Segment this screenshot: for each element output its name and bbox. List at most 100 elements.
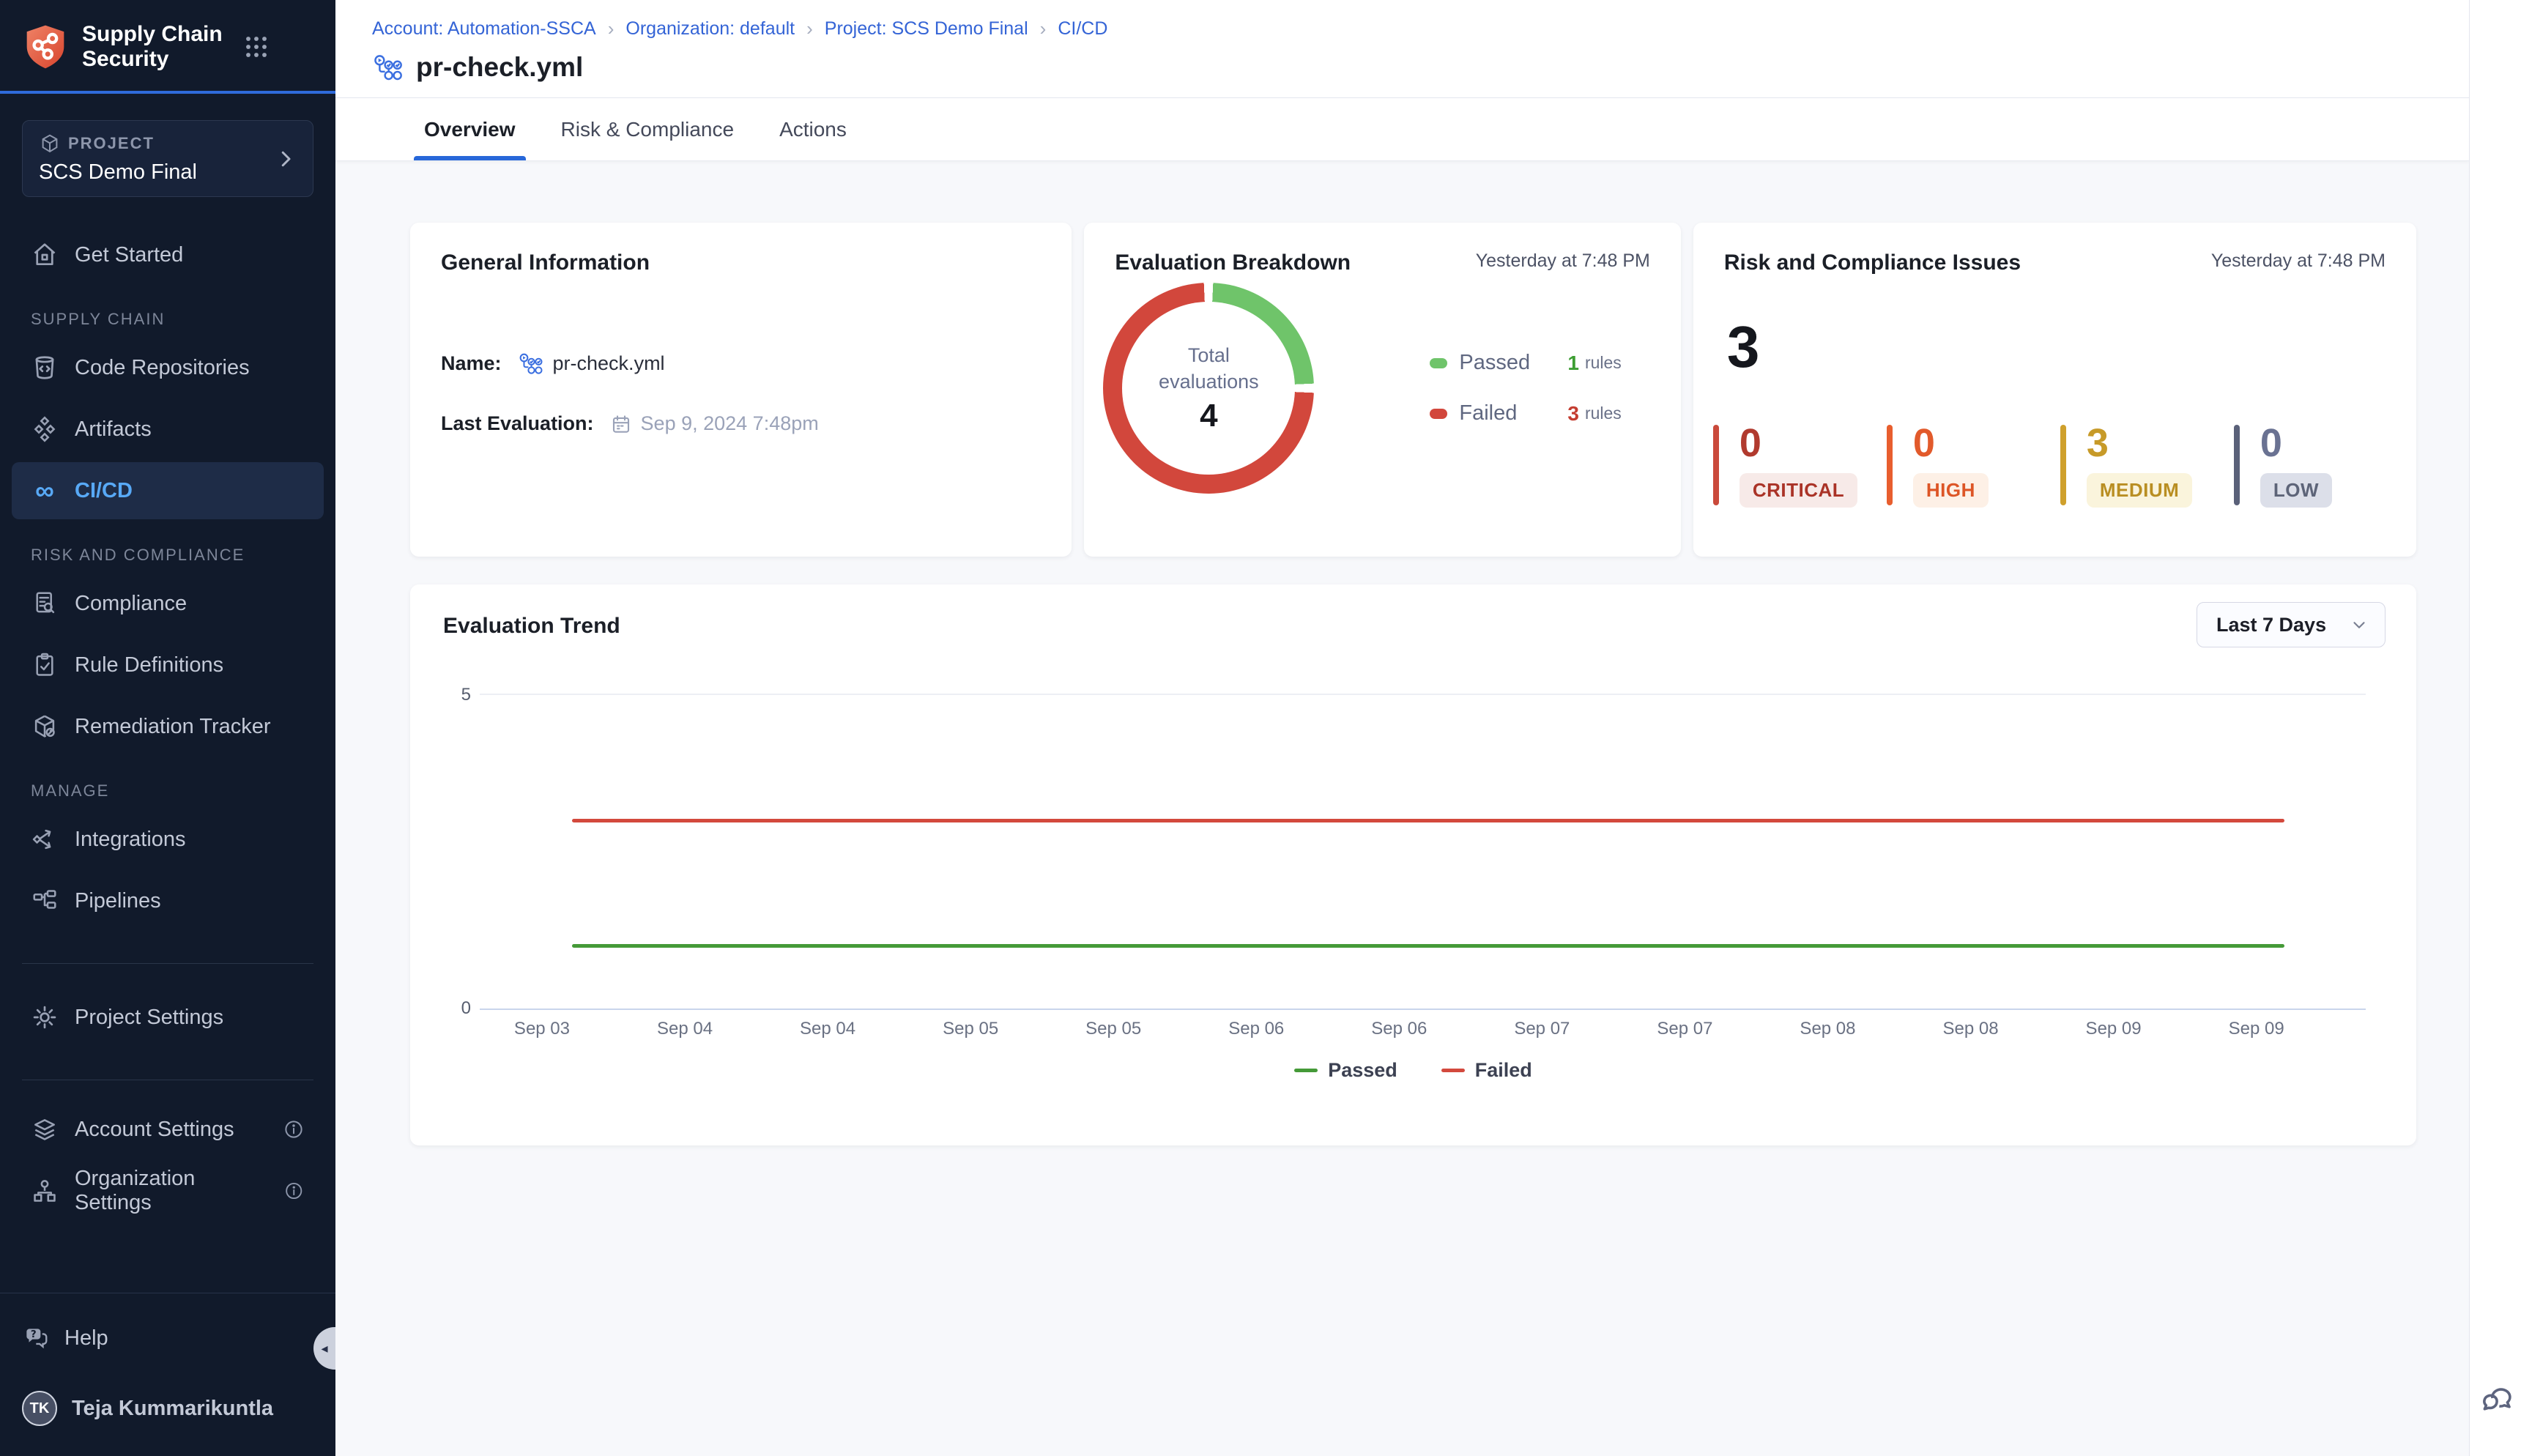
card-title: Evaluation Breakdown — [1115, 250, 1351, 275]
severity-badge: HIGH — [1913, 473, 1989, 508]
layers-gear-icon — [31, 1115, 59, 1143]
sidebar-item-organization-settings[interactable]: Organization Settings — [12, 1162, 324, 1219]
breadcrumb-account[interactable]: Account: Automation-SSCA — [372, 18, 596, 40]
project-cube-icon — [39, 133, 61, 155]
card-timestamp: Yesterday at 7:48 PM — [1476, 250, 1650, 272]
chevron-down-icon — [2350, 615, 2369, 634]
risk-compliance-issues-card: Risk and Compliance Issues Yesterday at … — [1693, 223, 2416, 557]
sidebar-item-pipelines[interactable]: Pipelines — [12, 872, 324, 929]
app-window: Supply Chain Security PROJECT SCS Demo F… — [0, 0, 2521, 1456]
artifacts-icon — [31, 415, 59, 443]
y-axis-min-label: 0 — [442, 998, 471, 1019]
page-content: General Information Name: pr-check. — [335, 161, 2469, 1456]
sidebar-divider — [22, 963, 313, 964]
breadcrumb-organization[interactable]: Organization: default — [625, 18, 795, 40]
page-title: pr-check.yml — [416, 52, 583, 83]
section-risk-and-compliance: RISK AND COMPLIANCE — [31, 546, 324, 565]
legend-item-failed[interactable]: Failed — [1441, 1059, 1532, 1082]
project-selector[interactable]: PROJECT SCS Demo Final — [22, 120, 313, 197]
severity-high: 0 HIGH — [1887, 423, 2060, 508]
sidebar-menu: Get Started SUPPLY CHAIN Code Repositori… — [0, 226, 335, 1293]
help-button[interactable]: ? Help — [22, 1312, 313, 1364]
failed-dot-icon — [1430, 409, 1447, 419]
sidebar-item-account-settings[interactable]: Account Settings — [12, 1101, 324, 1158]
accent-divider — [0, 91, 335, 94]
logo-row: Supply Chain Security — [0, 0, 335, 82]
breadcrumb-cicd[interactable]: CI/CD — [1058, 18, 1107, 40]
date-range-dropdown[interactable]: Last 7 Days — [2197, 602, 2386, 647]
x-axis-tick-label: Sep 06 — [1228, 1019, 1284, 1039]
name-label: Name: — [441, 352, 502, 375]
info-icon[interactable] — [283, 1118, 305, 1140]
donut-center-label: evaluations — [1159, 368, 1259, 395]
tab-actions[interactable]: Actions — [775, 98, 851, 160]
donut-center-label: Total — [1188, 342, 1230, 368]
severity-bar — [1887, 425, 1893, 505]
y-axis-max-label: 5 — [442, 685, 471, 705]
sidebar-item-rule-definitions[interactable]: Rule Definitions — [12, 636, 324, 694]
evaluations-donut-chart: Total evaluations 4 — [1103, 283, 1314, 494]
page-header: Account: Automation-SSCA › Organization:… — [335, 0, 2469, 98]
right-rail — [2469, 0, 2521, 1456]
severity-bar — [1713, 425, 1719, 505]
user-menu[interactable]: TK Teja Kummarikuntla — [22, 1383, 313, 1434]
passed-dash-icon — [1294, 1069, 1318, 1072]
last-evaluation-value: Sep 9, 2024 7:48pm — [641, 412, 819, 435]
legend-label: Failed — [1475, 1059, 1532, 1082]
breadcrumb-project[interactable]: Project: SCS Demo Final — [825, 18, 1028, 40]
card-title: Evaluation Trend — [443, 614, 620, 639]
sidebar-item-label: Pipelines — [75, 889, 161, 913]
legend-item-passed[interactable]: Passed — [1294, 1059, 1397, 1082]
help-label: Help — [64, 1326, 108, 1351]
x-axis-tick-label: Sep 08 — [1942, 1019, 1998, 1039]
evaluation-breakdown-card: Evaluation Breakdown Yesterday at 7:48 P… — [1084, 223, 1681, 557]
total-issues-count: 3 — [1727, 318, 2416, 376]
sidebar-item-code-repositories[interactable]: Code Repositories — [12, 339, 324, 396]
sidebar-bottom-dock: ? Help TK Teja Kummarikuntla — [0, 1293, 335, 1456]
card-title: Risk and Compliance Issues — [1724, 250, 2021, 275]
info-icon[interactable] — [283, 1180, 305, 1202]
x-axis-tick-label: Sep 09 — [2229, 1019, 2284, 1039]
x-axis-tick-label: Sep 08 — [1800, 1019, 1855, 1039]
donut-total-value: 4 — [1200, 398, 1217, 434]
severity-badge: LOW — [2260, 473, 2332, 508]
infinity-icon: ∞ — [31, 477, 59, 505]
pipeline-icon — [372, 53, 404, 82]
severity-low: 0 LOW — [2234, 423, 2407, 508]
sidebar-item-artifacts[interactable]: Artifacts — [12, 401, 324, 458]
x-axis-tick-label: Sep 06 — [1371, 1019, 1427, 1039]
module-grid-icon[interactable] — [240, 31, 272, 63]
sidebar-item-label: Remediation Tracker — [75, 715, 271, 739]
code-repository-icon — [31, 354, 59, 382]
sidebar-item-get-started[interactable]: Get Started — [12, 226, 324, 283]
passed-series-line — [572, 944, 2284, 948]
help-chat-icon: ? — [22, 1324, 50, 1352]
tab-overview[interactable]: Overview — [420, 98, 520, 160]
sidebar-item-integrations[interactable]: Integrations — [12, 811, 324, 868]
sidebar-item-label: Code Repositories — [75, 356, 250, 380]
evaluation-trend-card: Evaluation Trend Last 7 Days 5 0 Sep 03S… — [410, 584, 2416, 1145]
sidebar-item-remediation-tracker[interactable]: Remediation Tracker — [12, 698, 324, 755]
sidebar-item-compliance[interactable]: Compliance — [12, 575, 324, 632]
collapse-arrow-icon: ◂ — [321, 1341, 327, 1356]
severity-badge: CRITICAL — [1740, 473, 1857, 508]
chat-bubbles-icon[interactable] — [2479, 1378, 2514, 1414]
breadcrumb-separator: › — [806, 18, 813, 40]
severity-row: 0 CRITICAL 0 HIGH 3 MEDIUM — [1713, 423, 2416, 508]
chevron-right-icon — [275, 148, 297, 170]
legend-item-failed: Failed 3 rules — [1430, 401, 1621, 426]
sidebar-item-label: Integrations — [75, 828, 186, 852]
svg-text:?: ? — [31, 1329, 37, 1340]
remediation-box-icon — [31, 713, 59, 740]
trend-legend: Passed Failed — [410, 1059, 2416, 1082]
main-area: Account: Automation-SSCA › Organization:… — [335, 0, 2469, 1456]
sidebar-item-cicd[interactable]: ∞ CI/CD — [12, 462, 324, 519]
sidebar-item-project-settings[interactable]: Project Settings — [12, 989, 324, 1046]
legend-item-passed: Passed 1 rules — [1430, 351, 1621, 375]
sidebar: Supply Chain Security PROJECT SCS Demo F… — [0, 0, 335, 1456]
x-axis-tick-label: Sep 05 — [943, 1019, 998, 1039]
tab-risk-compliance[interactable]: Risk & Compliance — [557, 98, 739, 160]
gear-icon — [31, 1003, 59, 1031]
x-axis-tick-label: Sep 07 — [1657, 1019, 1712, 1039]
sidebar-item-label: CI/CD — [75, 479, 133, 503]
